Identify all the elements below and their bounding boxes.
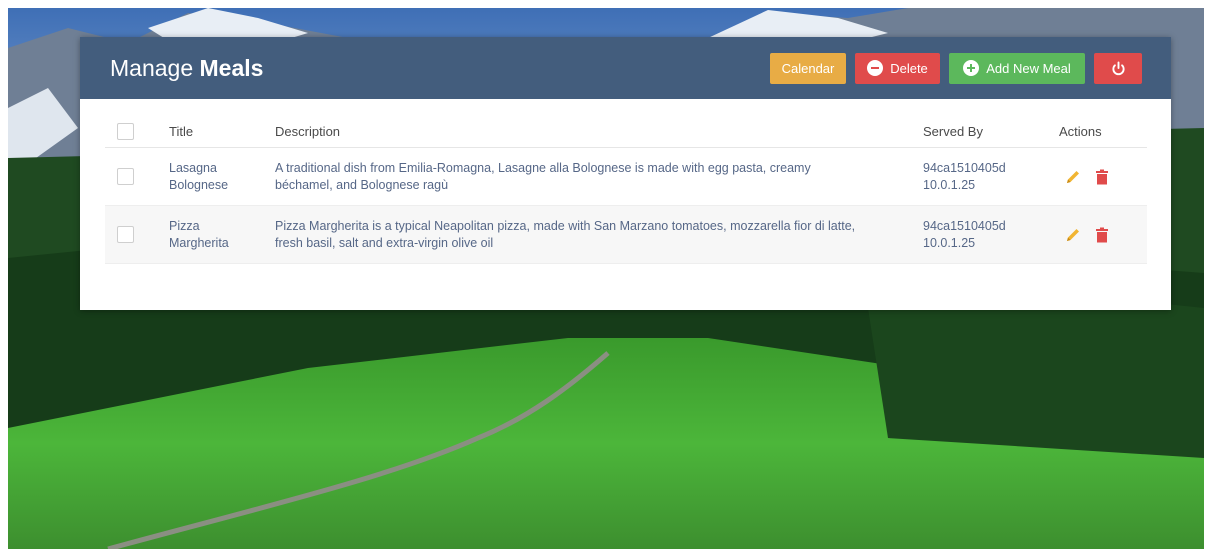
actions-cell — [1049, 147, 1147, 206]
column-header-served-by: Served By — [913, 115, 1049, 148]
page-title-bold: Meals — [199, 54, 264, 81]
meal-title-line: Bolognese — [169, 177, 229, 192]
page-title: Manage Meals — [110, 55, 761, 82]
meal-description-line: Pizza Margherita is a typical Neapolitan… — [275, 218, 856, 233]
served-by-cell: 94ca1510405d 10.0.1.25 — [913, 147, 1049, 206]
column-header-description: Description — [265, 115, 913, 148]
meal-description-cell: A traditional dish from Emilia-Romagna, … — [265, 147, 913, 206]
meal-title-line: Pizza — [169, 218, 200, 233]
table-row: Lasagna Bolognese A traditional dish fro… — [105, 147, 1147, 206]
meal-title-line: Lasagna — [169, 160, 217, 175]
column-header-title: Title — [159, 115, 265, 148]
select-all-checkbox[interactable] — [117, 122, 134, 140]
table-header-row: Title Description Served By Actions — [105, 115, 1147, 148]
served-by-host: 94ca1510405d — [923, 160, 1006, 175]
served-by-ip: 10.0.1.25 — [923, 177, 976, 192]
meal-title-cell: Pizza Margherita — [159, 205, 265, 264]
meal-description-line: béchamel, and Bolognese ragù — [275, 177, 449, 192]
power-button[interactable] — [1094, 52, 1142, 84]
meals-table: Title Description Served By Actions Lasa… — [105, 115, 1147, 264]
pencil-icon[interactable] — [1065, 169, 1081, 185]
pencil-icon[interactable] — [1065, 227, 1081, 243]
plus-circle-icon — [963, 60, 980, 76]
meal-title-line: Margherita — [169, 235, 229, 250]
calendar-button[interactable]: Calendar — [770, 52, 846, 84]
minus-circle-icon — [867, 60, 884, 76]
row-checkbox[interactable] — [117, 168, 134, 185]
trash-icon[interactable] — [1095, 227, 1109, 243]
trash-icon[interactable] — [1095, 169, 1109, 185]
select-all-cell — [105, 115, 159, 148]
served-by-host: 94ca1510405d — [923, 218, 1006, 233]
meal-title-cell: Lasagna Bolognese — [159, 147, 265, 206]
delete-button[interactable]: Delete — [855, 52, 940, 84]
served-by-ip: 10.0.1.25 — [923, 235, 976, 250]
meal-description-line: A traditional dish from Emilia-Romagna, … — [275, 160, 811, 175]
manage-meals-panel: Manage Meals Calendar Delete Add New Mea… — [80, 37, 1171, 310]
delete-button-label: Delete — [890, 60, 928, 76]
panel-header: Manage Meals Calendar Delete Add New Mea… — [80, 37, 1171, 99]
table-row: Pizza Margherita Pizza Margherita is a t… — [105, 205, 1147, 264]
actions-cell — [1049, 205, 1147, 264]
row-checkbox[interactable] — [117, 226, 134, 243]
meal-description-cell: Pizza Margherita is a typical Neapolitan… — [265, 205, 913, 264]
add-new-meal-label: Add New Meal — [986, 60, 1071, 76]
add-new-meal-button[interactable]: Add New Meal — [949, 52, 1085, 84]
column-header-actions: Actions — [1049, 115, 1147, 148]
row-checkbox-cell — [105, 147, 159, 206]
page-title-prefix: Manage — [110, 54, 194, 81]
served-by-cell: 94ca1510405d 10.0.1.25 — [913, 205, 1049, 264]
meal-description-line: fresh basil, salt and extra-virgin olive… — [275, 235, 494, 250]
calendar-button-label: Calendar — [781, 60, 835, 76]
power-icon — [1111, 60, 1125, 75]
row-checkbox-cell — [105, 205, 159, 264]
